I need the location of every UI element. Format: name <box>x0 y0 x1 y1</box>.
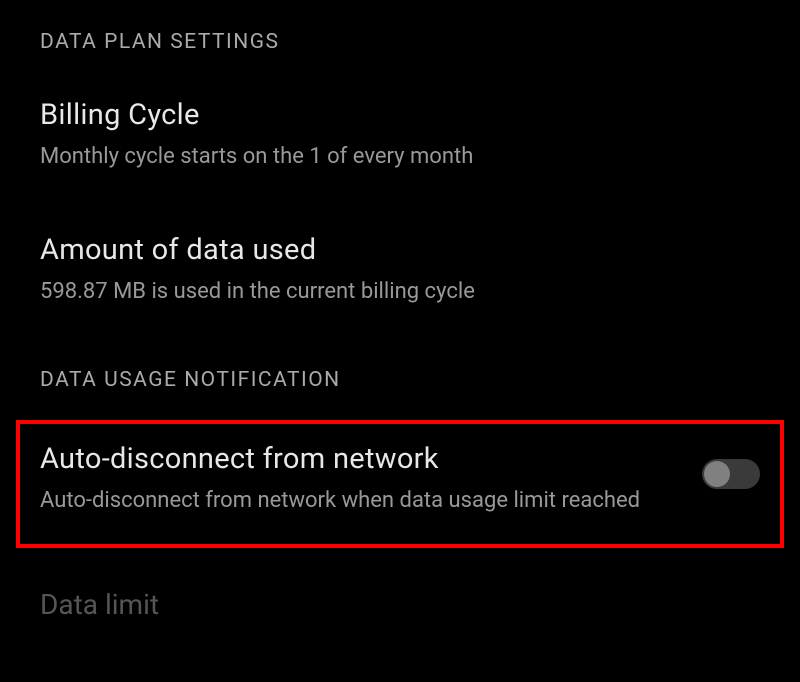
auto-disconnect-toggle[interactable] <box>702 459 760 489</box>
data-limit-title: Data limit <box>40 588 760 621</box>
auto-disconnect-subtitle: Auto-disconnect from network when data u… <box>40 486 678 517</box>
auto-disconnect-title: Auto-disconnect from network <box>40 442 678 476</box>
billing-cycle-subtitle: Monthly cycle starts on the 1 of every m… <box>40 142 760 173</box>
billing-cycle-title: Billing Cycle <box>40 98 760 132</box>
toggle-knob <box>704 461 730 487</box>
section-header-data-plan: DATA PLAN SETTINGS <box>40 30 760 54</box>
setting-auto-disconnect[interactable]: Auto-disconnect from network Auto-discon… <box>16 420 784 549</box>
setting-data-used[interactable]: Amount of data used 598.87 MB is used in… <box>40 233 760 308</box>
settings-screen: DATA PLAN SETTINGS Billing Cycle Monthly… <box>0 0 800 621</box>
data-used-title: Amount of data used <box>40 233 760 267</box>
setting-data-limit[interactable]: Data limit <box>40 588 760 621</box>
data-used-subtitle: 598.87 MB is used in the current billing… <box>40 277 760 308</box>
setting-billing-cycle[interactable]: Billing Cycle Monthly cycle starts on th… <box>40 98 760 173</box>
auto-disconnect-text: Auto-disconnect from network Auto-discon… <box>40 442 678 517</box>
section-header-data-usage-notification: DATA USAGE NOTIFICATION <box>40 368 760 392</box>
